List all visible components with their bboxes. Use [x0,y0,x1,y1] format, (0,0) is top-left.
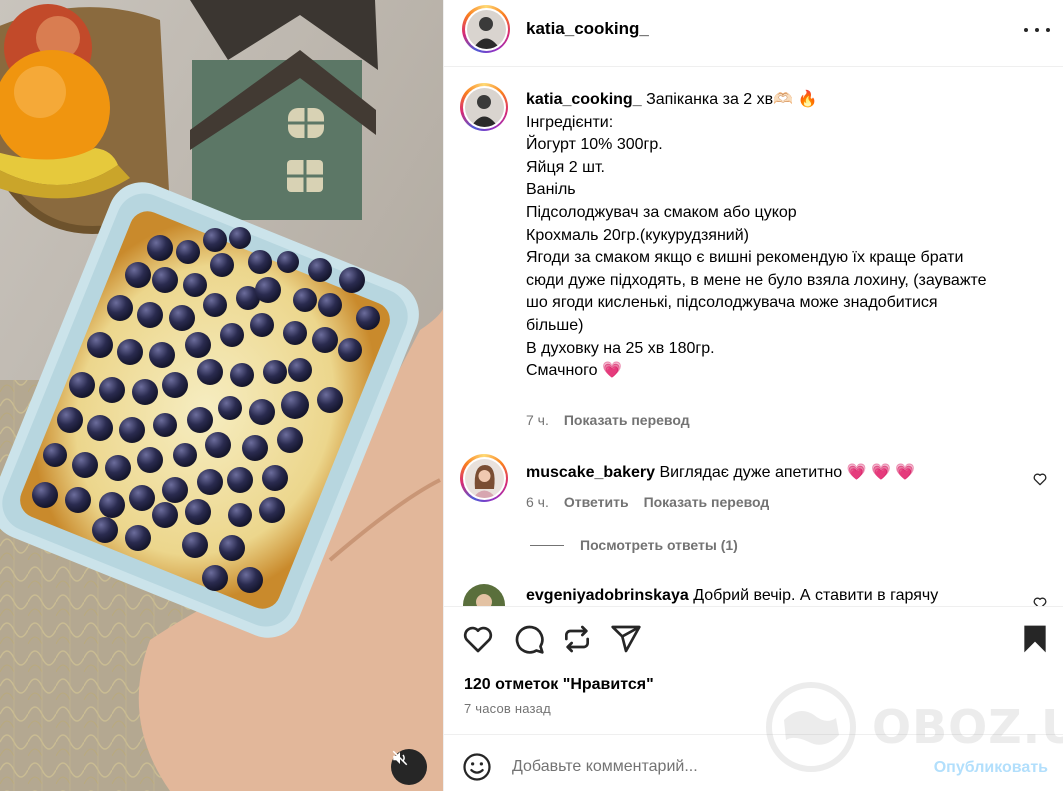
show-translation-link[interactable]: Показать перевод [564,412,690,428]
caption-line: Яйця 2 шт. [526,158,605,176]
post-comment-button[interactable]: Опубликовать [934,759,1048,777]
speaker-muted-icon [392,750,408,766]
caption-line: Інгредієнти: [526,113,614,131]
comment-time: 6 ч. [526,494,549,510]
reply-link[interactable]: Ответить [564,494,629,510]
caption-line: Підсолоджувач за смаком або цукор [526,203,797,221]
caption-line: Крохмаль 20гр.(кукурудзяний) [526,226,749,244]
comment-input[interactable] [512,753,912,781]
show-translation-link[interactable]: Показать перевод [644,494,770,510]
post-actions: 120 отметок "Нравится" 7 часов назад [444,606,1063,734]
add-comment-bar: Опубликовать [444,734,1063,791]
post-side-panel: katia_cooking_ katia_cooking_ Запіканка … [443,0,1063,791]
commenter-avatar[interactable] [463,584,505,606]
comment-meta: 6 ч. Ответить Показать перевод [526,494,769,510]
view-replies-label: Посмотреть ответы (1) [580,537,738,553]
author-photo-icon [466,9,506,49]
commenter-photo-icon [464,458,504,498]
view-replies-button[interactable]: Посмотреть ответы (1) [530,537,738,553]
comments-list[interactable]: katia_cooking_ Запіканка за 2 хв🫶🏻 🔥 Інг… [444,67,1063,606]
comment-body: Добрий вечір. А ставити в гарячу [693,587,939,604]
caption-meta: 7 ч. Показать перевод [526,412,690,428]
caption-line: В духовку на 25 хв 180гр. [526,339,715,357]
caption-line: Смачного 💗 [526,362,622,380]
author-photo-icon [464,87,504,127]
comment-like-heart-icon[interactable] [1032,471,1048,487]
share-icon[interactable] [610,623,642,655]
caption-time: 7 ч. [526,412,549,428]
heart-icon[interactable] [462,623,494,655]
author-avatar[interactable] [462,5,510,53]
instagram-post: katia_cooking_ katia_cooking_ Запіканка … [0,0,1063,791]
likes-count[interactable]: 120 отметок "Нравится" [464,676,654,694]
more-options-icon[interactable] [1024,20,1050,40]
comment-username[interactable]: evgeniyadobrinskaya [526,587,689,604]
caption-line: більше) [526,316,584,334]
commenter-avatar[interactable] [460,454,508,502]
mute-button[interactable] [391,749,427,785]
post-media[interactable] [0,0,443,791]
caption-line: Йогурт 10% 300гр. [526,136,663,154]
bookmark-icon[interactable] [1019,623,1051,655]
caption-username[interactable]: katia_cooking_ [526,91,642,108]
post-photo [0,0,443,791]
comment-username[interactable]: muscake_bakery [526,464,655,481]
comment-text: evgeniyadobrinskaya Добрий вечір. А став… [526,587,938,605]
author-username[interactable]: katia_cooking_ [526,19,649,39]
caption-line: сюди дуже підходять, в мене не було взял… [526,271,987,289]
caption-line: Ягоди за смаком якщо є вишні рекомендую … [526,249,964,267]
comment-like-heart-icon[interactable] [1032,595,1048,606]
emoji-icon[interactable] [462,752,492,782]
post-timestamp: 7 часов назад [464,701,551,716]
replies-dash [530,544,564,546]
post-header: katia_cooking_ [444,0,1063,67]
caption-avatar[interactable] [460,83,508,131]
comment-icon[interactable] [513,623,545,655]
commenter-photo-icon [463,584,505,606]
caption-line: Запіканка за 2 хв🫶🏻 🔥 [646,91,818,108]
post-caption: katia_cooking_ Запіканка за 2 хв🫶🏻 🔥 Інг… [526,89,1036,383]
comment-text: muscake_bakery Виглядає дуже апетитно 💗 … [526,462,915,482]
caption-line: Ваніль [526,181,576,199]
caption-line: шо ягоди кисленькі, підсолоджувача може … [526,294,938,312]
comment-body: Виглядає дуже апетитно 💗 💗 💗 [659,464,916,481]
repost-icon[interactable] [561,623,593,655]
